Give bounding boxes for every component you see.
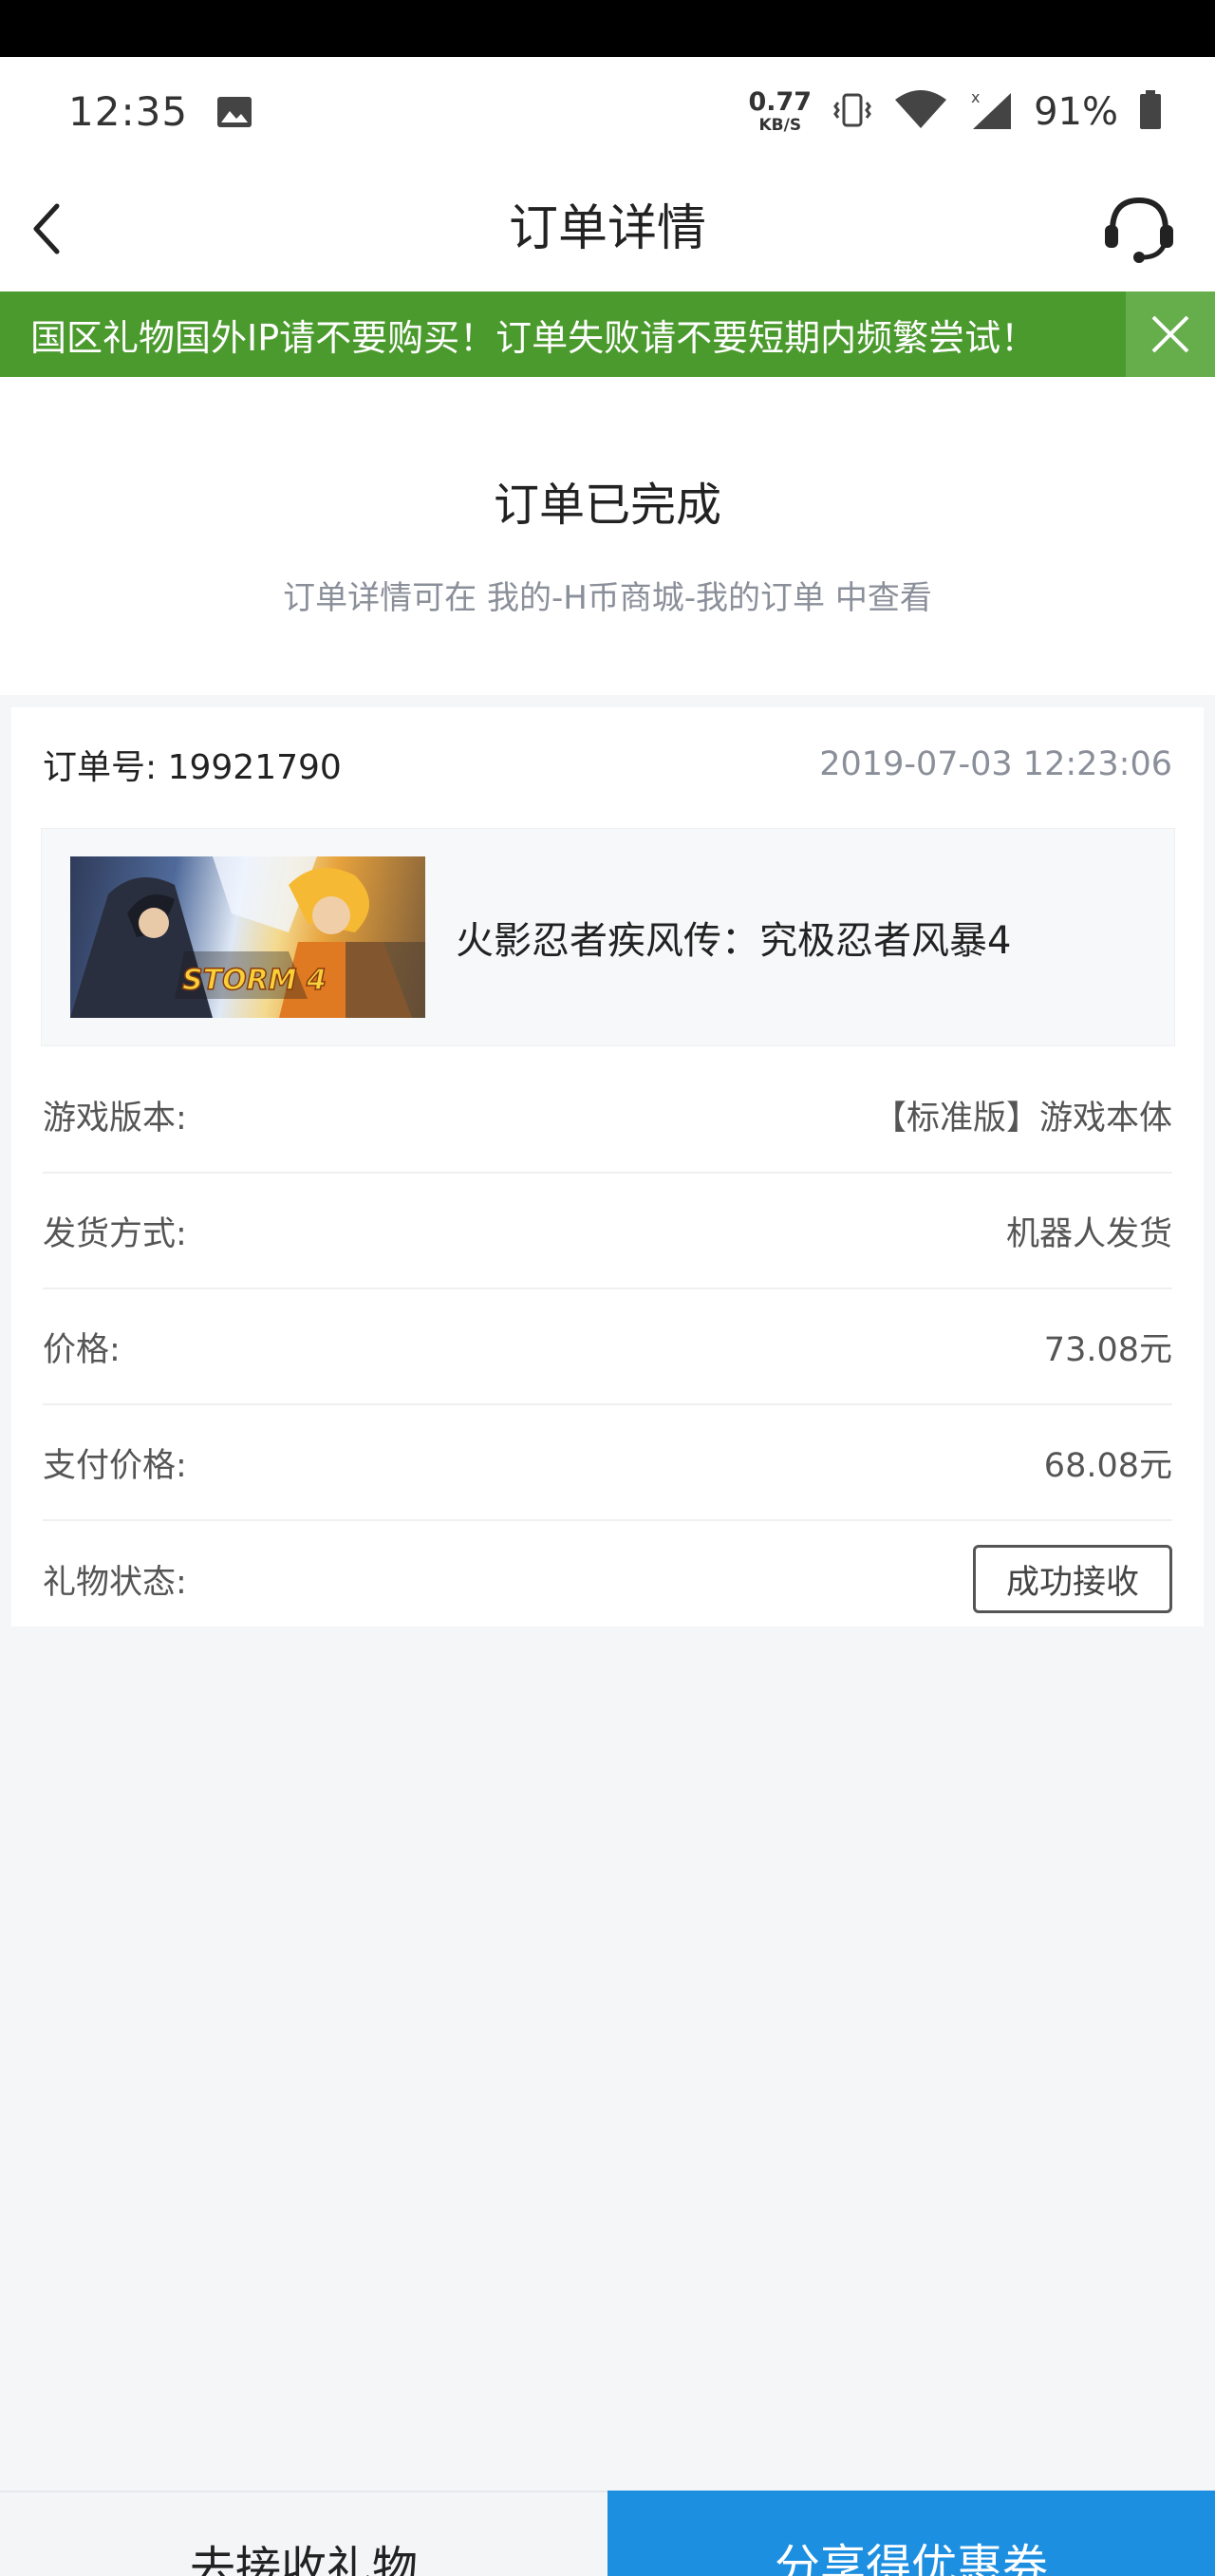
order-header: 订单号: 19921790 2019-07-03 12:23:06	[43, 745, 1172, 787]
status-time: 12:35	[68, 88, 189, 135]
notice-close-button[interactable]	[1126, 291, 1215, 377]
info-label: 发货方式:	[43, 1214, 187, 1253]
info-value: 【标准版】游戏本体	[872, 1099, 1172, 1138]
order-datetime: 2019-07-03 12:23:06	[819, 745, 1172, 783]
info-row-gift-status: 礼物状态: 成功接收	[43, 1521, 1172, 1637]
completion-section: 订单已完成 订单详情可在 我的-H币商城-我的订单 中查看	[0, 377, 1215, 695]
info-label: 游戏版本:	[43, 1099, 187, 1138]
info-row-price: 价格: 73.08元	[43, 1289, 1172, 1405]
info-label: 支付价格:	[43, 1446, 187, 1485]
order-card: 订单号: 19921790 2019-07-03 12:23:06 STORM …	[11, 707, 1204, 1626]
info-value: 68.08元	[1043, 1446, 1172, 1485]
info-row-version: 游戏版本: 【标准版】游戏本体	[43, 1058, 1172, 1174]
nav-header: 订单详情	[0, 166, 1215, 291]
completion-subtitle: 订单详情可在 我的-H币商城-我的订单 中查看	[283, 579, 932, 617]
headset-icon	[1105, 197, 1173, 263]
cell-signal-icon: x	[969, 88, 1013, 135]
product-image-logo: STORM 4	[182, 964, 327, 997]
info-value: 机器人发货	[1005, 1214, 1172, 1253]
receive-gift-button[interactable]: 去接收礼物	[0, 2491, 608, 2576]
share-coupon-button[interactable]: 分享得优惠券	[608, 2491, 1215, 2576]
status-bar: 12:35 0.77 KB/S x 91%	[0, 57, 1215, 166]
order-detail-screen: 12:35 0.77 KB/S x 91% 订单详情 国区礼物国外IP请不要购买…	[0, 0, 1215, 2576]
top-black-strip	[0, 0, 1215, 57]
close-icon	[1151, 315, 1189, 353]
product-item[interactable]: STORM 4 火影忍者疾风传：究极忍者风暴4	[41, 828, 1175, 1046]
product-image: STORM 4	[70, 856, 425, 1018]
order-number: 订单号: 19921790	[43, 748, 342, 787]
product-name: 火影忍者疾风传：究极忍者风暴4	[456, 919, 1012, 963]
notice-text: 国区礼物国外IP请不要购买！订单失败请不要短期内频繁尝试！	[30, 316, 1037, 359]
page-title: 订单详情	[508, 200, 706, 257]
info-label: 价格:	[43, 1330, 121, 1369]
notice-banner: 国区礼物国外IP请不要购买！订单失败请不要短期内频繁尝试！	[0, 291, 1215, 377]
info-label: 礼物状态:	[43, 1563, 187, 1602]
info-value: 73.08元	[1043, 1330, 1172, 1369]
customer-service-button[interactable]	[1101, 193, 1177, 265]
vibrate-icon	[832, 91, 872, 133]
bottom-action-bar: 去接收礼物 分享得优惠券	[0, 2491, 1215, 2576]
net-speed: 0.77 KB/S	[748, 87, 813, 135]
battery-percent: 91%	[1034, 89, 1118, 134]
completion-title: 订单已完成	[493, 479, 721, 532]
gift-status-badge: 成功接收	[973, 1545, 1172, 1613]
status-icons: 0.77 KB/S x 91%	[748, 87, 1162, 135]
image-icon	[216, 96, 252, 128]
wifi-icon	[893, 89, 948, 134]
info-row-delivery: 发货方式: 机器人发货	[43, 1174, 1172, 1289]
battery-icon	[1139, 89, 1162, 134]
info-row-paid-price: 支付价格: 68.08元	[43, 1405, 1172, 1521]
svg-text:x: x	[971, 89, 980, 106]
